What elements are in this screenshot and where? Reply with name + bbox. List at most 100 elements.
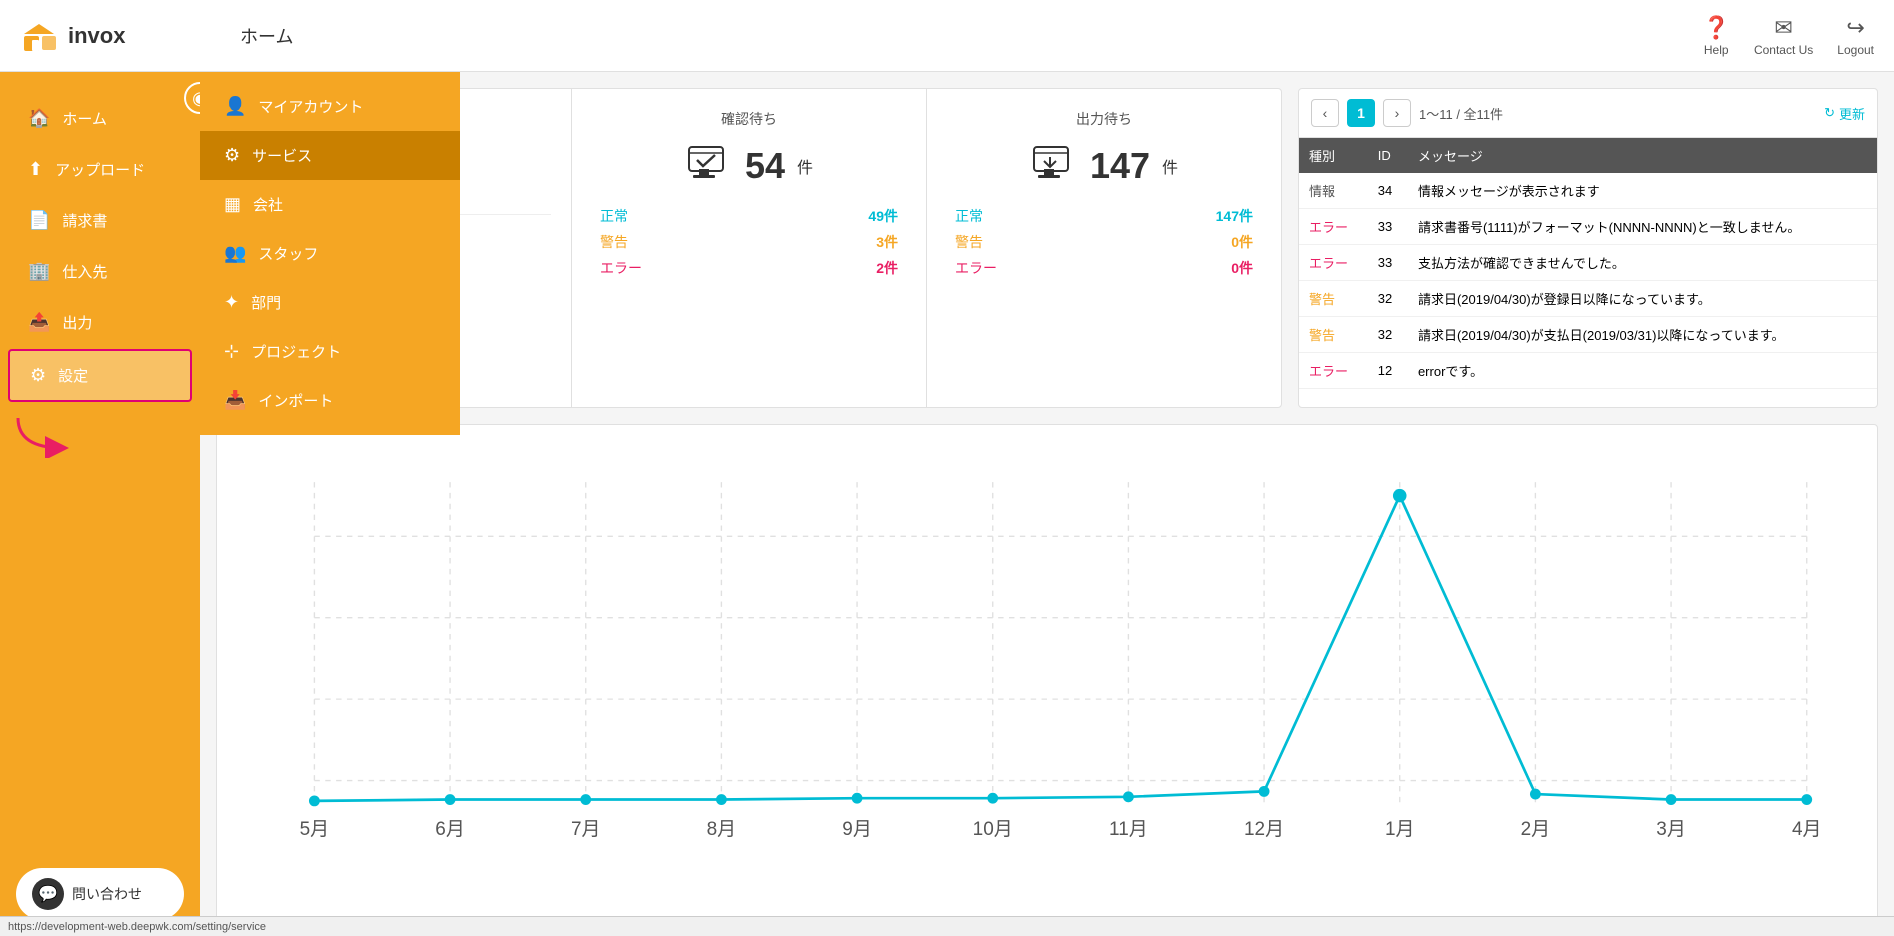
page-next-button[interactable]: › [1383, 99, 1411, 127]
msg-type: 警告 [1299, 281, 1368, 317]
sidebar-item-home-label: ホーム [62, 108, 107, 129]
msg-id: 32 [1368, 281, 1408, 317]
message-table: 種別 ID メッセージ 情報 34 情報メッセージが表示されます エラー 33 … [1299, 138, 1877, 407]
page-prev-button[interactable]: ‹ [1311, 99, 1339, 127]
sidebar-nav: 🏠 ホーム ⬆ アップロード 📄 請求書 🏢 仕入先 📤 出力 ⚙ 設定 [0, 72, 200, 852]
refresh-button[interactable]: ↻ 更新 [1824, 104, 1865, 123]
sidebar-item-upload[interactable]: ⬆ アップロード [8, 145, 192, 194]
stat-confirm-title: 確認待ち [592, 109, 906, 129]
submenu-item-department[interactable]: ✦ 部門 [200, 278, 460, 327]
msg-text: 支払方法が確認できませんでした。 [1408, 245, 1877, 281]
submenu-item-department-label: 部門 [251, 292, 281, 313]
submenu-item-import-label: インポート [258, 390, 333, 411]
contact-label: Contact Us [1754, 43, 1813, 57]
upload-icon: ⬆ [28, 159, 43, 180]
help-button[interactable]: ❓ Help [1703, 15, 1730, 57]
sidebar-item-settings-label: 設定 [58, 365, 88, 386]
chart-svg: 5月 6月 7月 8月 9月 10月 11月 12月 1月 2月 3月 4月 [233, 441, 1861, 903]
sidebar: ◉ 🏠 ホーム ⬆ アップロード 📄 請求書 🏢 仕入先 📤 出力 [0, 72, 200, 936]
mail-icon: ✉ [1774, 15, 1792, 41]
logout-button[interactable]: ↪ Logout [1837, 15, 1874, 57]
stat-confirm-main: 54 件 [592, 141, 906, 190]
sidebar-item-output[interactable]: 📤 出力 [8, 298, 192, 347]
msg-text: 情報メッセージが表示されます [1408, 173, 1877, 209]
output-error-label: エラー [955, 258, 997, 278]
stat-output-warning-row: 警告 0件 [947, 232, 1261, 252]
sidebar-item-output-label: 出力 [62, 312, 92, 333]
status-url: https://development-web.deepwk.com/setti… [8, 921, 266, 933]
col-type: 種別 [1299, 138, 1368, 173]
table-row[interactable]: エラー 12 errorです。 [1299, 353, 1877, 389]
msg-type: エラー [1299, 245, 1368, 281]
inquiry-icon: 💬 [32, 878, 64, 910]
submenu-item-my-account[interactable]: 👤 マイアカウント [200, 82, 460, 131]
stat-output-error-row: エラー 0件 [947, 258, 1261, 278]
submenu-item-staff[interactable]: 👥 スタッフ [200, 229, 460, 278]
top-row: データ化中 ⚙ 72 件 [216, 88, 1878, 408]
stat-confirm-warning-row: 警告 3件 [592, 232, 906, 252]
msg-type: 情報 [1299, 173, 1368, 209]
sidebar-item-vendor[interactable]: 🏢 仕入先 [8, 247, 192, 296]
submenu-item-company-label: 会社 [253, 194, 283, 215]
stat-output-unit: 件 [1162, 154, 1178, 178]
svg-text:9月: 9月 [842, 819, 872, 840]
submenu-item-staff-label: スタッフ [258, 243, 318, 264]
col-message: メッセージ [1408, 138, 1877, 173]
page-info: 1〜11 / 全11件 [1419, 104, 1816, 123]
table-row[interactable]: 警告 32 請求日(2019/04/30)が支払日(2019/03/31)以降に… [1299, 317, 1877, 353]
help-icon: ❓ [1703, 15, 1730, 41]
msg-type: エラー [1299, 353, 1368, 389]
sidebar-item-home[interactable]: 🏠 ホーム [8, 94, 192, 143]
msg-id: 33 [1368, 209, 1408, 245]
inquiry-button[interactable]: 💬 問い合わせ [16, 868, 184, 920]
msg-id: 32 [1368, 317, 1408, 353]
submenu-item-import[interactable]: 📥 インポート [200, 376, 460, 425]
sidebar-item-invoice[interactable]: 📄 請求書 [8, 196, 192, 245]
output-warning-label: 警告 [955, 232, 983, 252]
confirm-icon [685, 141, 733, 190]
invoice-icon: 📄 [28, 210, 50, 231]
submenu-item-service[interactable]: ⚙ サービス [200, 131, 460, 180]
vendor-icon: 🏢 [28, 261, 50, 282]
my-account-icon: 👤 [224, 96, 246, 117]
submenu-item-company[interactable]: ▦ 会社 [200, 180, 460, 229]
confirm-warning-count: 3件 [876, 232, 898, 252]
sidebar-item-upload-label: アップロード [55, 159, 145, 180]
sidebar-item-vendor-label: 仕入先 [62, 261, 107, 282]
svg-text:4月: 4月 [1792, 819, 1822, 840]
stat-confirm-count: 54 [745, 145, 785, 187]
logo-icon [20, 16, 60, 56]
msg-id: 33 [1368, 245, 1408, 281]
stat-confirm-section: 確認待ち 54 件 [572, 89, 927, 407]
sidebar-item-settings[interactable]: ⚙ 設定 [8, 349, 192, 402]
help-label: Help [1704, 43, 1729, 57]
svg-text:7月: 7月 [571, 819, 601, 840]
msg-type: エラー [1299, 209, 1368, 245]
table-row[interactable]: 情報 34 情報メッセージが表示されます [1299, 173, 1877, 209]
output-warning-count: 0件 [1231, 232, 1253, 252]
department-icon: ✦ [224, 292, 239, 313]
settings-submenu: 👤 マイアカウント ⚙ サービス ▦ 会社 👥 スタッフ ✦ 部門 ⊹ プロジェ [200, 72, 460, 435]
submenu-item-service-label: サービス [252, 145, 312, 166]
table-row[interactable]: エラー 33 請求書番号(1111)がフォーマット(NNNN-NNNN)と一致し… [1299, 209, 1877, 245]
page-current: 1 [1347, 99, 1375, 127]
table-row[interactable]: エラー 33 支払方法が確認できませんでした。 [1299, 245, 1877, 281]
status-bar: https://development-web.deepwk.com/setti… [0, 916, 1894, 936]
stat-confirm-rows: 正常 49件 警告 3件 エラー 2件 [592, 206, 906, 278]
refresh-icon: ↻ [1824, 105, 1835, 121]
output-normal-label: 正常 [955, 206, 983, 226]
confirm-normal-count: 49件 [868, 206, 898, 226]
svg-text:11月: 11月 [1109, 819, 1148, 840]
msg-id: 12 [1368, 353, 1408, 389]
msg-text: 請求日(2019/04/30)が登録日以降になっています。 [1408, 281, 1877, 317]
app-body: ◉ 🏠 ホーム ⬆ アップロード 📄 請求書 🏢 仕入先 📤 出力 [0, 72, 1894, 936]
table-row[interactable]: 警告 32 請求日(2019/04/30)が登録日以降になっています。 [1299, 281, 1877, 317]
msg-id: 34 [1368, 173, 1408, 209]
submenu-item-project-label: プロジェクト [251, 341, 341, 362]
contact-button[interactable]: ✉ Contact Us [1754, 15, 1813, 57]
company-icon: ▦ [224, 194, 241, 215]
msg-type: 警告 [1299, 317, 1368, 353]
submenu-item-project[interactable]: ⊹ プロジェクト [200, 327, 460, 376]
stat-confirm-normal-row: 正常 49件 [592, 206, 906, 226]
submenu-item-my-account-label: マイアカウント [258, 96, 363, 117]
